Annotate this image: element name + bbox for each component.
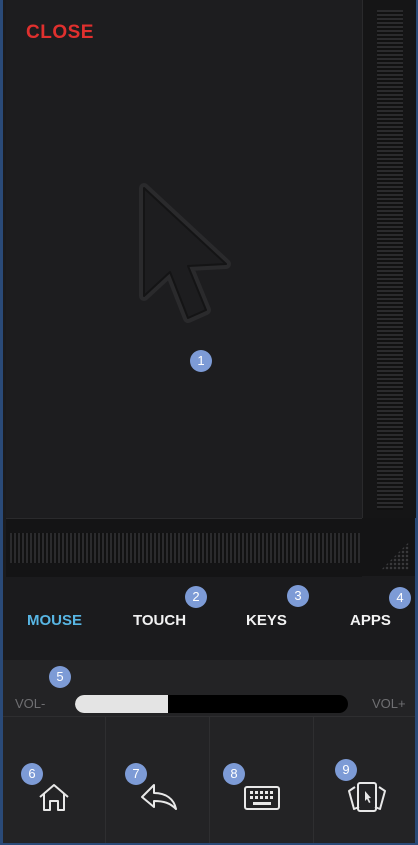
vertical-scroll-strip[interactable] — [362, 0, 416, 518]
badge-4: 4 — [389, 587, 411, 609]
badge-1: 1 — [190, 350, 212, 372]
horizontal-scroll-ridges — [10, 533, 360, 563]
volume-slider-fill — [75, 695, 168, 713]
tab-keys[interactable]: KEYS — [246, 612, 287, 629]
tab-mouse[interactable]: MOUSE — [27, 612, 82, 629]
keyboard-icon — [244, 786, 280, 810]
bottom-nav: 6 7 8 9 — [3, 716, 415, 843]
mouse-pointer-icon — [139, 183, 231, 323]
keyboard-button[interactable]: 8 — [211, 717, 314, 843]
volume-slider[interactable] — [75, 695, 348, 713]
volume-down-button[interactable]: VOL- — [15, 696, 45, 711]
vertical-scroll-ridges — [377, 10, 403, 510]
resize-corner — [362, 518, 415, 576]
home-button[interactable]: 6 — [3, 717, 106, 843]
back-button[interactable]: 7 — [107, 717, 210, 843]
volume-bar: 5 VOL- VOL+ — [3, 660, 415, 716]
tab-apps[interactable]: APPS — [350, 612, 391, 629]
volume-up-button[interactable]: VOL+ — [372, 696, 406, 711]
mode-tabs: MOUSE TOUCH 2 KEYS 3 APPS 4 — [3, 578, 415, 660]
app-switcher-button[interactable]: 9 — [315, 717, 418, 843]
badge-2: 2 — [185, 586, 207, 608]
horizontal-scroll-strip[interactable] — [6, 518, 362, 577]
back-icon — [141, 784, 177, 810]
home-icon — [39, 784, 69, 811]
tab-touch[interactable]: TOUCH — [133, 612, 186, 629]
badge-5: 5 — [49, 666, 71, 688]
badge-3: 3 — [287, 585, 309, 607]
corner-grip-icon — [381, 542, 409, 570]
close-button[interactable]: CLOSE — [26, 22, 94, 44]
touchpad-surface[interactable]: CLOSE 1 — [6, 0, 362, 518]
app-switcher-icon — [347, 782, 386, 812]
